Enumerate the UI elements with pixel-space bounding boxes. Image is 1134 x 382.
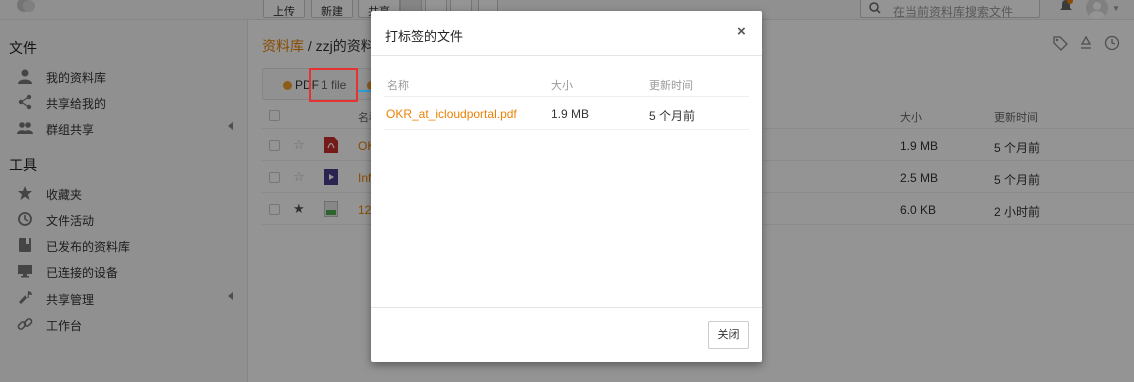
column-header-name: 名称 — [387, 80, 409, 92]
dialog-header: 打标签的文件 × — [371, 11, 762, 56]
column-header-size: 大小 — [551, 80, 573, 92]
file-size: 1.9 MB — [551, 107, 590, 121]
close-button[interactable]: 关闭 — [708, 321, 749, 349]
close-icon[interactable]: × — [737, 23, 746, 40]
annotation-highlight-box — [309, 68, 358, 102]
dialog-title: 打标签的文件 — [385, 29, 464, 44]
dialog-footer: 关闭 — [371, 307, 762, 362]
tagged-file-link[interactable]: OKR_at_icloudportal.pdf — [386, 107, 517, 121]
column-header-modified: 更新时间 — [649, 80, 693, 92]
tagged-files-dialog: 打标签的文件 × 名称 大小 更新时间 OKR_at_icloudportal.… — [371, 11, 762, 362]
file-modified: 5 个月前 — [649, 109, 696, 123]
tagged-files-header: 名称 大小 更新时间 — [384, 72, 749, 97]
table-row: OKR_at_icloudportal.pdf 1.9 MB 5 个月前 — [384, 97, 749, 130]
